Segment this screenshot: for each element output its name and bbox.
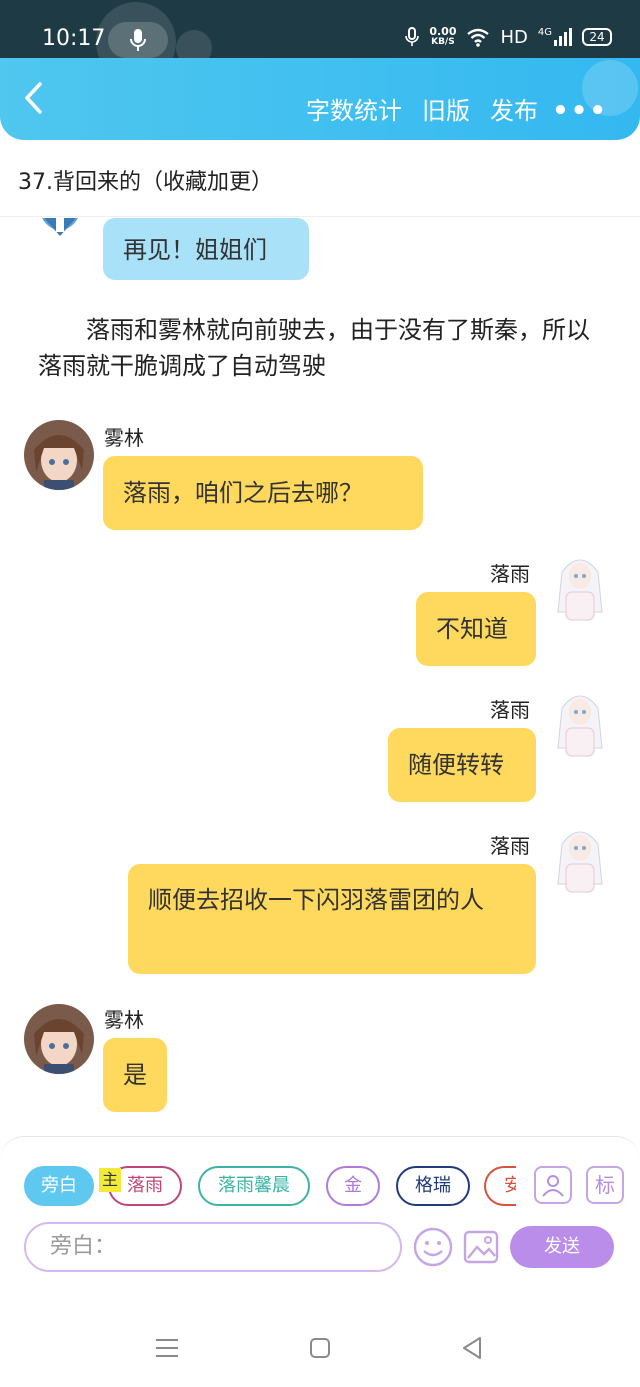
sender-name: 落雨 bbox=[490, 562, 530, 586]
header-actions: 字数统计 旧版 发布 bbox=[306, 91, 538, 126]
home-icon bbox=[310, 1338, 330, 1358]
word-count-button[interactable]: 字数统计 bbox=[306, 91, 402, 126]
message-text: 是 bbox=[123, 1061, 147, 1089]
send-button[interactable]: 发送 bbox=[510, 1226, 614, 1268]
battery-icon: 24 bbox=[582, 28, 612, 46]
signal-icon: 4G bbox=[538, 28, 572, 46]
tag-button[interactable]: 标 bbox=[586, 1166, 624, 1204]
back-nav-button[interactable] bbox=[460, 1336, 484, 1360]
old-version-button[interactable]: 旧版 bbox=[422, 91, 470, 126]
voice-input-indicator[interactable] bbox=[108, 22, 168, 58]
character-manage-button[interactable] bbox=[534, 1166, 572, 1204]
battery-level: 24 bbox=[589, 30, 605, 44]
role-chip-narration[interactable]: 旁白 bbox=[24, 1166, 94, 1206]
avatar bbox=[36, 218, 84, 240]
role-chip-an[interactable]: 安 bbox=[484, 1166, 516, 1206]
avatar[interactable] bbox=[548, 824, 612, 896]
system-navigation-bar bbox=[0, 1276, 640, 1387]
role-chip-jin[interactable]: 金 bbox=[326, 1166, 380, 1206]
message-input[interactable]: 旁白： bbox=[24, 1222, 402, 1272]
message-bubble[interactable]: 落雨，咱们之后去哪？ bbox=[103, 456, 423, 530]
avatar[interactable] bbox=[548, 688, 612, 760]
sender-name: 雾林 bbox=[104, 426, 144, 450]
avatar[interactable] bbox=[24, 1004, 94, 1074]
role-chip-label: 旁白 bbox=[41, 1175, 77, 1196]
emoji-button[interactable] bbox=[412, 1226, 454, 1268]
publish-button[interactable]: 发布 bbox=[490, 91, 538, 126]
message-text: 落雨，咱们之后去哪？ bbox=[123, 479, 363, 507]
role-chip-label: 落雨 bbox=[127, 1175, 163, 1196]
sender-name: 落雨 bbox=[490, 834, 530, 858]
chat-area[interactable]: 再见！姐姐们 落雨和雾林就向前驶去，由于没有了斯秦，所以落雨就干脆调成了自动驾驶… bbox=[0, 218, 640, 1136]
menu-icon bbox=[156, 1339, 178, 1357]
sender-name: 雾林 bbox=[104, 1008, 144, 1032]
sender-name: 落雨 bbox=[490, 698, 530, 722]
message-bubble[interactable]: 顺便去招收一下闪羽落雷团的人 bbox=[128, 864, 536, 974]
message-text: 随便转转 bbox=[408, 751, 504, 779]
role-chip-label: 金 bbox=[344, 1175, 362, 1196]
message-bubble[interactable]: 是 bbox=[103, 1038, 167, 1112]
role-chip-luoyu-xinchen[interactable]: 落雨馨晨 bbox=[198, 1166, 310, 1206]
status-time: 10:17 bbox=[42, 26, 106, 51]
main-character-badge: 主 bbox=[99, 1168, 121, 1192]
image-button[interactable] bbox=[462, 1228, 500, 1266]
smile-icon bbox=[413, 1227, 453, 1267]
role-chip-gerui[interactable]: 格瑞 bbox=[396, 1166, 470, 1206]
status-bar: 10:17 0.00 KB/S HD 4G 24 bbox=[0, 0, 640, 82]
avatar[interactable] bbox=[24, 420, 94, 490]
network-speed-unit: KB/S bbox=[431, 37, 455, 47]
message-bubble[interactable]: 再见！姐姐们 bbox=[103, 218, 309, 280]
app-header: 字数统计 旧版 发布 ••• bbox=[0, 58, 640, 140]
narration-text[interactable]: 落雨和雾林就向前驶去，由于没有了斯秦，所以落雨就干脆调成了自动驾驶 bbox=[38, 312, 598, 384]
role-chip-label: 落雨馨晨 bbox=[218, 1175, 290, 1196]
home-button[interactable] bbox=[309, 1337, 331, 1359]
avatar[interactable] bbox=[548, 552, 612, 624]
image-icon bbox=[463, 1230, 499, 1264]
role-chip-label: 安 bbox=[504, 1175, 516, 1196]
menu-button[interactable] bbox=[154, 1336, 180, 1360]
microphone-icon bbox=[130, 29, 146, 51]
status-indicators: 0.00 KB/S HD 4G 24 bbox=[405, 26, 612, 48]
person-icon bbox=[542, 1175, 564, 1197]
message-text: 顺便去招收一下闪羽落雷团的人 bbox=[148, 886, 484, 914]
role-chip-label: 格瑞 bbox=[415, 1175, 451, 1196]
network-speed: 0.00 KB/S bbox=[429, 26, 456, 48]
network-type: HD bbox=[500, 26, 528, 48]
message-bubble[interactable]: 随便转转 bbox=[388, 728, 536, 802]
message-bubble[interactable]: 不知道 bbox=[416, 592, 536, 666]
divider bbox=[0, 216, 640, 217]
back-arrow-icon bbox=[25, 82, 42, 114]
network-speed-value: 0.00 bbox=[429, 25, 457, 38]
signal-label: 4G bbox=[537, 27, 552, 38]
wifi-icon bbox=[467, 28, 490, 47]
microphone-icon bbox=[405, 27, 420, 46]
message-text: 再见！姐姐们 bbox=[123, 236, 267, 264]
more-menu-button[interactable]: ••• bbox=[552, 96, 608, 126]
chapter-title[interactable]: 37.背回来的（收藏加更） bbox=[18, 164, 273, 196]
back-triangle-icon bbox=[463, 1337, 481, 1359]
message-text: 不知道 bbox=[436, 615, 508, 643]
back-button[interactable] bbox=[22, 80, 58, 120]
